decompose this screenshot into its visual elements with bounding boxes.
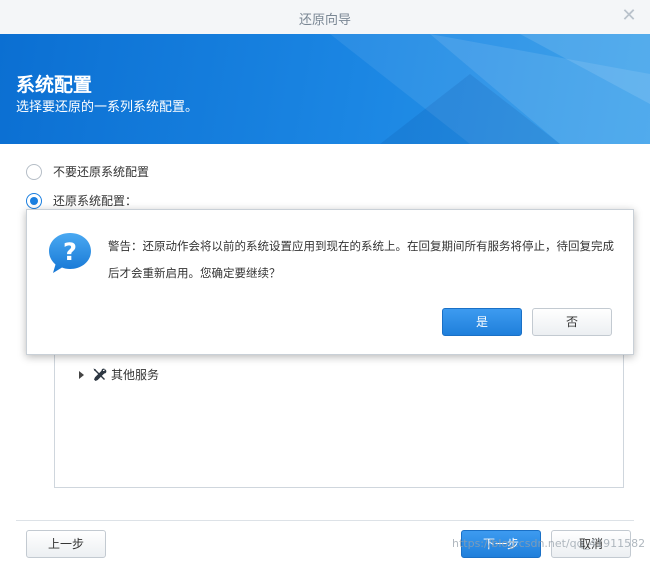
cancel-button[interactable]: 取消 — [551, 530, 631, 558]
dialog-message: 警告：还原动作会将以前的系统设置应用到现在的系统上。在回复期间所有服务将停止，待… — [108, 239, 614, 280]
radio-restore[interactable] — [26, 192, 42, 209]
tree-item-label: 其他服务 — [111, 368, 160, 382]
option-restore[interactable]: 还原系统配置： — [26, 192, 137, 209]
radio-no-restore[interactable] — [26, 163, 42, 180]
expand-arrow-icon[interactable] — [79, 370, 84, 379]
wrench-screwdriver-icon — [93, 368, 107, 381]
banner-decoration — [330, 34, 650, 144]
previous-button[interactable]: 上一步 — [26, 530, 106, 558]
question-icon: ? — [49, 233, 91, 273]
option-restore-label: 还原系统配置： — [53, 194, 138, 208]
option-no-restore-label: 不要还原系统配置 — [53, 165, 150, 179]
window-title: 还原向导 — [298, 13, 351, 28]
tree-item-other-services[interactable]: 其他服务 — [79, 366, 159, 383]
close-icon[interactable]: ✕ — [618, 5, 640, 27]
warning-dialog: ? 警告：还原动作会将以前的系统设置应用到现在的系统上。在回复期间所有服务将停止… — [26, 209, 634, 355]
page-subtitle: 选择要还原的一系列系统配置。 — [16, 100, 199, 115]
option-no-restore[interactable]: 不要还原系统配置 — [26, 163, 149, 180]
page-title: 系统配置 — [16, 74, 93, 96]
title-bar: 还原向导 ✕ — [0, 0, 650, 35]
footer-divider — [16, 520, 634, 521]
no-button[interactable]: 否 — [532, 308, 612, 336]
yes-button[interactable]: 是 — [442, 308, 522, 336]
next-button[interactable]: 下一步 — [461, 530, 541, 558]
svg-text:?: ? — [63, 238, 77, 266]
header-banner: 系统配置 选择要还原的一系列系统配置。 — [0, 34, 650, 144]
